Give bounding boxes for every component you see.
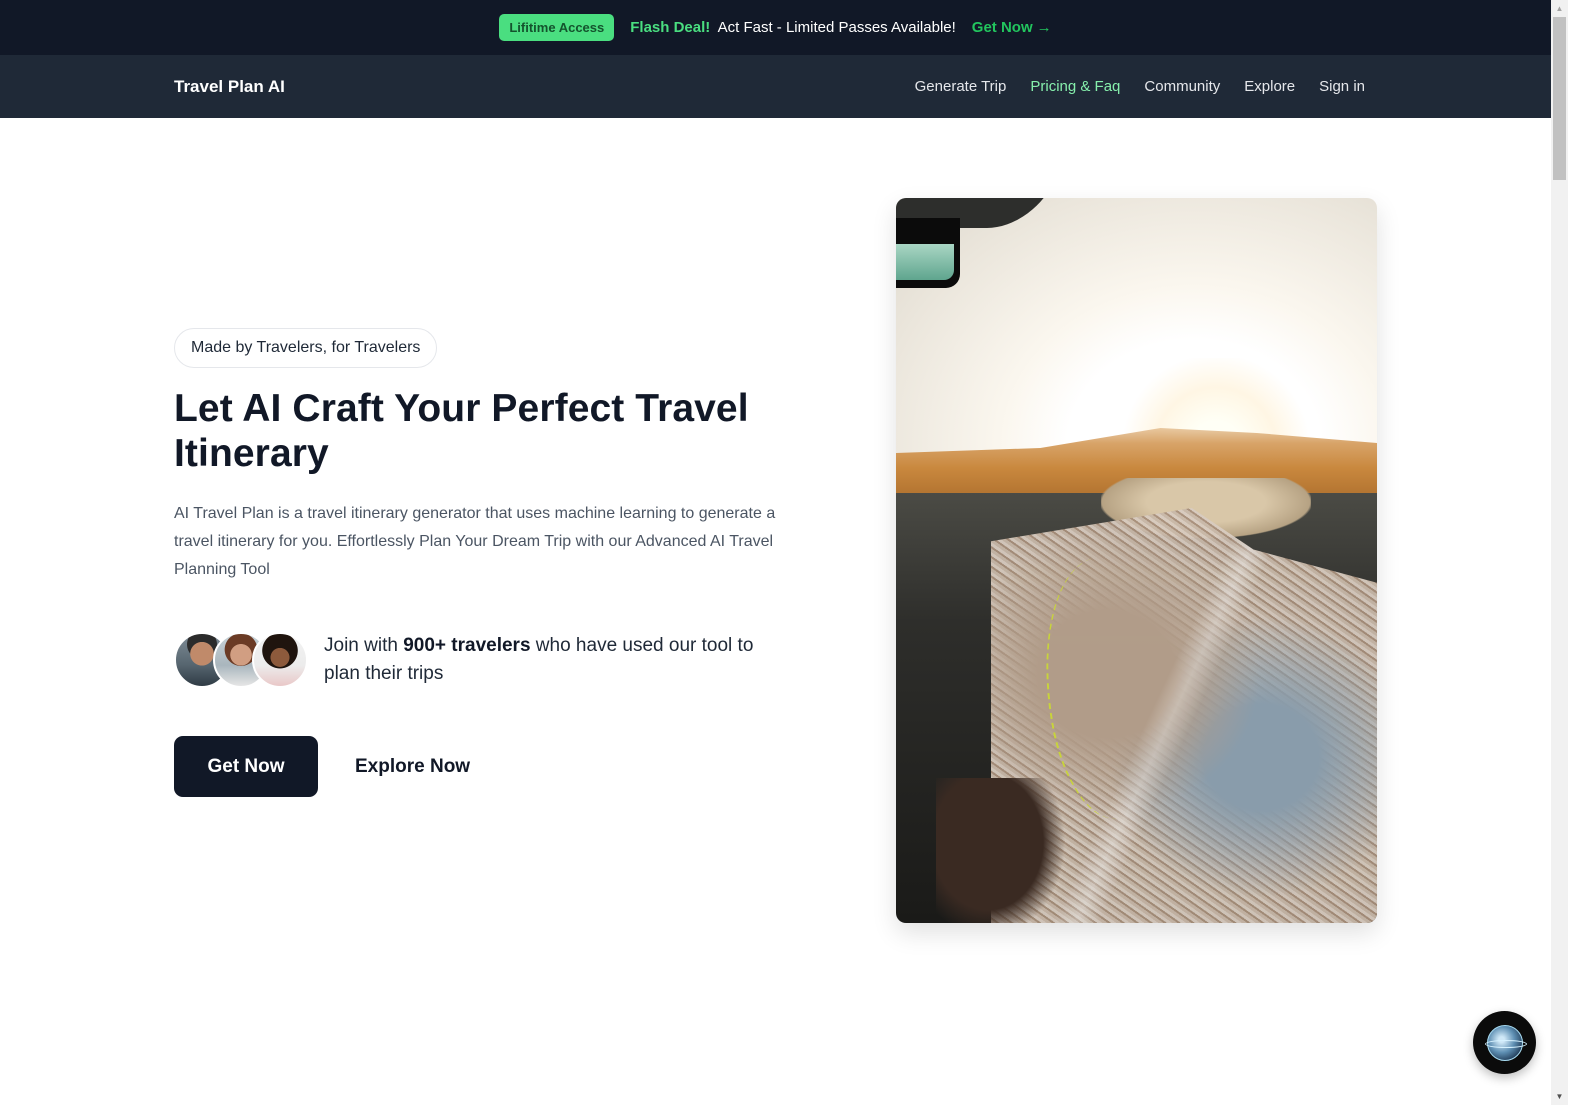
main-navbar: Travel Plan AI Generate Trip Pricing & F… xyxy=(0,55,1551,118)
arrow-right-icon: → xyxy=(1036,19,1052,36)
announcement-get-now-link[interactable]: Get Now → xyxy=(972,19,1052,36)
announcement-message: Flash Deal! Act Fast - Limited Passes Av… xyxy=(630,19,956,36)
explore-now-button[interactable]: Explore Now xyxy=(355,756,470,778)
road-trip-photo xyxy=(896,198,1377,923)
traveler-avatar-3 xyxy=(252,632,308,688)
flash-deal-label: Flash Deal! xyxy=(630,19,711,36)
nav-links: Generate Trip Pricing & Faq Community Ex… xyxy=(915,78,1365,95)
scroll-up-arrow-icon[interactable]: ▲ xyxy=(1551,0,1568,17)
photo-hand xyxy=(936,778,1066,923)
hero-description: AI Travel Plan is a travel itinerary gen… xyxy=(174,505,776,578)
announcement-text: Act Fast - Limited Passes Available! xyxy=(717,19,956,36)
hero-title: Let AI Craft Your Perfect Travel Itinera… xyxy=(174,387,749,475)
nav-link-pricing-faq[interactable]: Pricing & Faq xyxy=(1030,78,1120,95)
nav-link-community[interactable]: Community xyxy=(1144,78,1220,95)
lifetime-access-badge: Lifitime Access xyxy=(499,14,615,41)
social-proof: Join with 900+ travelers who have used o… xyxy=(174,632,814,688)
announcement-cta-label: Get Now xyxy=(971,19,1033,36)
hero-section: Made by Travelers, for Travelers Let AI … xyxy=(0,118,1551,1105)
brand-logo-link[interactable]: Travel Plan AI xyxy=(174,77,285,97)
hero-content: Made by Travelers, for Travelers Let AI … xyxy=(174,328,814,797)
chat-widget-button[interactable] xyxy=(1473,1011,1536,1074)
scroll-down-arrow-icon[interactable]: ▼ xyxy=(1551,1088,1568,1105)
page-viewport: Lifitime Access Flash Deal! Act Fast - L… xyxy=(0,0,1551,1105)
avatar-group xyxy=(174,632,308,688)
tagline-pill: Made by Travelers, for Travelers xyxy=(174,328,438,368)
hero-actions: Get Now Explore Now xyxy=(174,736,814,797)
page-scrollbar[interactable]: ▲ ▼ xyxy=(1551,0,1568,1105)
nav-link-explore[interactable]: Explore xyxy=(1244,78,1295,95)
social-proof-prefix: Join with xyxy=(324,635,398,656)
scrollbar-thumb[interactable] xyxy=(1553,17,1566,180)
announcement-bar: Lifitime Access Flash Deal! Act Fast - L… xyxy=(0,0,1551,55)
photo-mirror-glass xyxy=(896,244,954,280)
social-proof-text: Join with 900+ travelers who have used o… xyxy=(324,632,784,688)
get-now-button[interactable]: Get Now xyxy=(174,736,318,797)
nav-link-sign-in[interactable]: Sign in xyxy=(1319,78,1365,95)
nav-link-generate-trip[interactable]: Generate Trip xyxy=(915,78,1007,95)
globe-chat-icon xyxy=(1484,1024,1527,1061)
hero-image xyxy=(896,198,1377,923)
traveler-count: 900+ travelers xyxy=(403,635,531,656)
